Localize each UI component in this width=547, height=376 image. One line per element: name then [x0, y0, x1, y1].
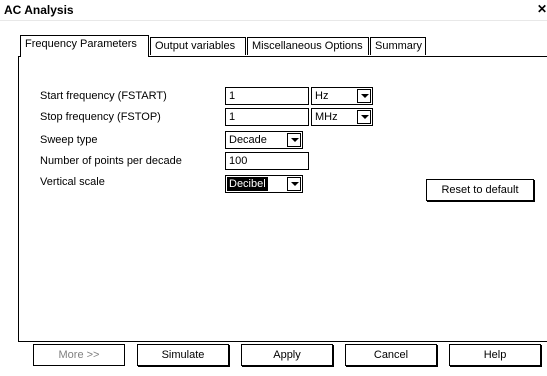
sweep-type-value: Decade [229, 134, 267, 146]
more-button[interactable]: More >> [33, 344, 125, 366]
cancel-button[interactable]: Cancel [345, 344, 437, 366]
reset-to-default-button[interactable]: Reset to default [426, 179, 534, 201]
points-per-decade-input[interactable]: 100 [225, 152, 309, 170]
close-icon[interactable]: ✕ [536, 2, 547, 16]
vertical-scale-label: Vertical scale [40, 176, 105, 188]
help-button[interactable]: Help [449, 344, 541, 366]
title-bar: AC Analysis ✕ [0, 0, 547, 21]
stop-frequency-label: Stop frequency (FSTOP) [40, 111, 161, 123]
sweep-type-label: Sweep type [40, 134, 98, 146]
apply-button[interactable]: Apply [241, 344, 333, 366]
vertical-scale-select[interactable]: Decibel [225, 175, 303, 193]
tab-summary[interactable]: Summary [370, 37, 426, 55]
tab-label: Output variables [155, 40, 236, 52]
simulate-button[interactable]: Simulate [137, 344, 229, 366]
chevron-down-icon[interactable] [287, 133, 301, 147]
tab-label: Summary [375, 40, 423, 52]
chevron-down-icon[interactable] [287, 177, 301, 191]
points-per-decade-label: Number of points per decade [40, 155, 182, 167]
start-unit-value: Hz [315, 90, 329, 102]
sweep-type-select[interactable]: Decade [225, 131, 303, 149]
panel-bottom-border [18, 341, 547, 342]
stop-frequency-input[interactable]: 1 [225, 108, 309, 126]
tab-label: Miscellaneous Options [252, 40, 363, 52]
ac-analysis-dialog: AC Analysis ✕ Frequency Parameters Outpu… [0, 0, 547, 376]
tab-output-variables[interactable]: Output variables [150, 37, 246, 55]
window-title: AC Analysis [4, 3, 74, 17]
start-frequency-unit-select[interactable]: Hz [311, 87, 373, 105]
tab-miscellaneous-options[interactable]: Miscellaneous Options [247, 37, 369, 55]
stop-unit-value: MHz [315, 111, 338, 123]
start-frequency-label: Start frequency (FSTART) [40, 90, 167, 102]
stop-frequency-unit-select[interactable]: MHz [311, 108, 373, 126]
start-frequency-input[interactable]: 1 [225, 87, 309, 105]
vertical-scale-value: Decibel [227, 177, 268, 191]
chevron-down-icon[interactable] [357, 89, 371, 103]
chevron-down-icon[interactable] [357, 110, 371, 124]
tab-frequency-parameters[interactable]: Frequency Parameters [20, 35, 149, 57]
tab-label: Frequency Parameters [25, 38, 137, 50]
